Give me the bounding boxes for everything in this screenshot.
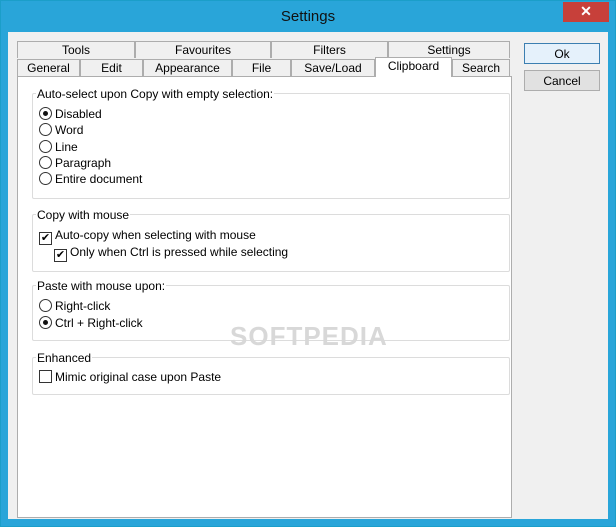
only-ctrl-label: Only when Ctrl is pressed while selectin… bbox=[70, 245, 289, 259]
close-icon: ✕ bbox=[580, 3, 592, 19]
checkbox-unchecked[interactable] bbox=[39, 370, 52, 383]
close-button[interactable]: ✕ bbox=[563, 2, 609, 22]
radio-button-selected[interactable] bbox=[39, 107, 52, 120]
only-ctrl-checkbox[interactable]: ✔ Only when Ctrl is pressed while selecti… bbox=[54, 244, 289, 262]
auto-copy-label: Auto-copy when selecting with mouse bbox=[55, 228, 256, 242]
radio-line[interactable]: Line bbox=[39, 139, 78, 155]
checkbox-checked[interactable]: ✔ bbox=[54, 249, 67, 262]
copy-with-mouse-group-label: Copy with mouse bbox=[36, 208, 131, 222]
radio-entire-document[interactable]: Entire document bbox=[39, 171, 142, 187]
radio-right-click-label: Right-click bbox=[55, 299, 111, 313]
radio-paragraph-label: Paragraph bbox=[55, 156, 112, 170]
radio-button[interactable] bbox=[39, 123, 52, 136]
enhanced-group-label: Enhanced bbox=[36, 351, 93, 365]
radio-entire-document-label: Entire document bbox=[55, 172, 143, 186]
radio-button[interactable] bbox=[39, 299, 52, 312]
radio-button[interactable] bbox=[39, 140, 52, 153]
settings-window: Settings ✕ Tools Favourites Filters Sett… bbox=[0, 0, 616, 527]
radio-word-label: Word bbox=[55, 123, 84, 137]
mimic-case-checkbox[interactable]: Mimic original case upon Paste bbox=[39, 369, 221, 385]
radio-ctrl-right-click-label: Ctrl + Right-click bbox=[55, 316, 143, 330]
radio-line-label: Line bbox=[55, 140, 78, 154]
radio-paragraph[interactable]: Paragraph bbox=[39, 155, 111, 171]
enhanced-group: Enhanced Mimic original case upon Paste bbox=[32, 351, 510, 395]
radio-disabled[interactable]: Disabled bbox=[39, 106, 102, 122]
auto-select-group-label: Auto-select upon Copy with empty selecti… bbox=[36, 87, 275, 101]
auto-copy-checkbox[interactable]: ✔ Auto-copy when selecting with mouse bbox=[39, 227, 256, 245]
tab-search[interactable]: Search bbox=[452, 59, 510, 76]
checkbox-checked[interactable]: ✔ bbox=[39, 232, 52, 245]
clipboard-tab-panel: Auto-select upon Copy with empty selecti… bbox=[17, 76, 512, 518]
radio-ctrl-right-click[interactable]: Ctrl + Right-click bbox=[39, 315, 143, 331]
tab-edit[interactable]: Edit bbox=[80, 59, 143, 76]
copy-with-mouse-group: Copy with mouse ✔ Auto-copy when selectin… bbox=[32, 208, 510, 272]
radio-disabled-label: Disabled bbox=[55, 107, 102, 121]
radio-button-selected[interactable] bbox=[39, 316, 52, 329]
window-title: Settings bbox=[280, 8, 336, 25]
radio-button[interactable] bbox=[39, 172, 52, 185]
auto-select-group: Auto-select upon Copy with empty selecti… bbox=[32, 87, 510, 199]
tab-favourites[interactable]: Favourites bbox=[135, 41, 271, 58]
tab-filters[interactable]: Filters bbox=[271, 41, 388, 58]
tab-general[interactable]: General bbox=[17, 59, 80, 76]
radio-button[interactable] bbox=[39, 156, 52, 169]
radio-right-click[interactable]: Right-click bbox=[39, 298, 110, 314]
tab-row-2: General Edit Appearance File Save/Load C… bbox=[17, 57, 510, 77]
radio-word[interactable]: Word bbox=[39, 122, 83, 138]
mimic-case-label: Mimic original case upon Paste bbox=[55, 370, 222, 384]
tab-settings[interactable]: Settings bbox=[388, 41, 510, 58]
cancel-button[interactable]: Cancel bbox=[524, 70, 600, 91]
tab-tools[interactable]: Tools bbox=[17, 41, 135, 58]
watermark: SOFTPEDIA bbox=[230, 321, 388, 351]
tab-clipboard[interactable]: Clipboard bbox=[375, 57, 452, 77]
ok-button[interactable]: Ok bbox=[524, 43, 600, 64]
tab-file[interactable]: File bbox=[232, 59, 291, 76]
paste-with-mouse-group-label: Paste with mouse upon: bbox=[36, 279, 167, 293]
tab-save-load[interactable]: Save/Load bbox=[291, 59, 375, 76]
title-bar[interactable]: Settings ✕ bbox=[1, 1, 615, 32]
dialog-client-area: Tools Favourites Filters Settings Genera… bbox=[8, 32, 608, 519]
tab-appearance[interactable]: Appearance bbox=[143, 59, 232, 76]
